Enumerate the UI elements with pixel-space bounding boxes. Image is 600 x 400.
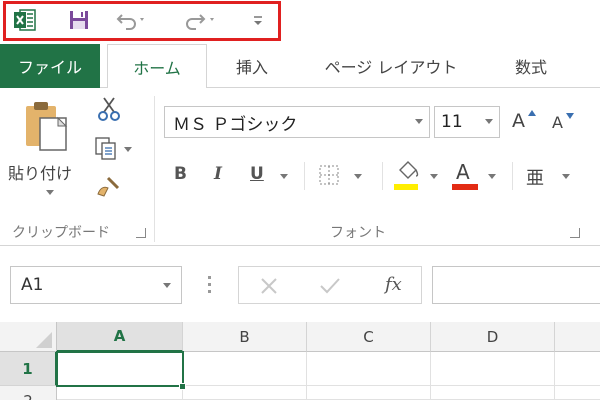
grow-font-button[interactable]: A xyxy=(512,110,538,138)
row-header-1[interactable]: 1 xyxy=(0,352,57,386)
paste-dropdown-arrow[interactable] xyxy=(46,190,54,195)
name-box-value: A1 xyxy=(21,275,44,295)
shrink-font-icon: A xyxy=(552,113,563,132)
font-name-dropdown[interactable]: ＭＳ Ｐゴシック xyxy=(164,106,430,138)
font-color-button[interactable]: A xyxy=(452,160,502,192)
row-header-2[interactable]: 2 xyxy=(0,386,57,400)
border-button[interactable] xyxy=(318,164,368,188)
cut-icon[interactable] xyxy=(96,96,124,124)
fill-handle[interactable] xyxy=(179,383,186,390)
paste-label: 貼り付け xyxy=(8,164,73,183)
cell-e1[interactable] xyxy=(555,352,600,386)
cell-c2[interactable] xyxy=(307,386,431,400)
format-painter-icon[interactable] xyxy=(94,174,124,200)
chevron-down-icon xyxy=(485,119,493,124)
column-header-next[interactable] xyxy=(555,322,600,352)
bold-button[interactable]: B xyxy=(174,164,187,184)
font-size-dropdown[interactable]: 11 xyxy=(434,106,500,138)
quick-access-toolbar xyxy=(0,0,600,44)
copy-icon[interactable] xyxy=(94,136,134,162)
shrink-font-button[interactable]: A xyxy=(552,113,578,141)
formula-controls: fx xyxy=(238,266,422,304)
cell-e2[interactable] xyxy=(555,386,600,400)
border-icon xyxy=(319,165,339,185)
cell-a2[interactable] xyxy=(57,386,183,400)
tab-formulas[interactable]: 数式 xyxy=(496,44,566,88)
cell-c1[interactable] xyxy=(307,352,431,386)
font-color-glyph: A xyxy=(456,160,470,184)
highlight-frame xyxy=(3,1,281,41)
underline-button[interactable]: U xyxy=(250,164,290,188)
divider xyxy=(304,162,305,190)
ribbon-tabs: ファイル ホーム 挿入 ページ レイアウト 数式 xyxy=(0,44,600,89)
font-color-swatch xyxy=(452,184,478,190)
fill-color-swatch xyxy=(394,184,418,190)
underline-glyph: U xyxy=(250,164,264,184)
select-all-icon xyxy=(36,332,52,348)
select-all-corner[interactable] xyxy=(0,322,57,352)
tab-page-layout[interactable]: ページ レイアウト xyxy=(306,44,476,88)
chevron-down-icon xyxy=(430,174,438,179)
cell-b1[interactable] xyxy=(183,352,307,386)
cell-d2[interactable] xyxy=(431,386,555,400)
font-size-value: 11 xyxy=(441,112,463,132)
fill-color-button[interactable] xyxy=(394,160,444,192)
divider xyxy=(512,162,513,190)
tab-insert[interactable]: 挿入 xyxy=(214,44,290,88)
font-name-value: ＭＳ Ｐゴシック xyxy=(173,114,298,135)
cancel-icon[interactable] xyxy=(259,276,279,296)
font-dialog-launcher[interactable] xyxy=(570,228,580,238)
chevron-down-icon xyxy=(354,174,362,179)
grip-handle[interactable] xyxy=(208,276,212,296)
active-cell-a1[interactable] xyxy=(56,351,184,387)
clipboard-group-label: クリップボード xyxy=(12,225,110,241)
chevron-down-icon xyxy=(488,174,496,179)
column-header-d[interactable]: D xyxy=(431,322,555,352)
tab-file[interactable]: ファイル xyxy=(0,44,100,88)
divider xyxy=(382,162,383,190)
chevron-down-icon xyxy=(163,283,171,288)
column-header-a[interactable]: A xyxy=(57,322,183,352)
cell-d1[interactable] xyxy=(431,352,555,386)
name-box[interactable]: A1 xyxy=(10,266,182,304)
insert-function-icon[interactable]: fx xyxy=(385,274,402,295)
phonetic-icon: 亜 xyxy=(526,168,544,189)
italic-button[interactable]: I xyxy=(214,164,222,184)
paste-icon xyxy=(26,102,68,151)
font-group-label: フォント xyxy=(330,225,386,241)
chevron-down-icon xyxy=(562,174,570,179)
chevron-down-icon xyxy=(280,174,288,179)
grow-font-icon: A xyxy=(512,110,525,132)
paste-button[interactable]: 貼り付け xyxy=(6,98,86,208)
clipboard-dialog-launcher[interactable] xyxy=(136,228,146,238)
formula-input[interactable] xyxy=(432,266,600,304)
group-divider xyxy=(154,96,155,242)
fill-bucket-icon xyxy=(399,161,419,179)
tab-home[interactable]: ホーム xyxy=(107,44,207,89)
column-header-b[interactable]: B xyxy=(183,322,307,352)
chevron-down-icon xyxy=(415,119,423,124)
column-header-c[interactable]: C xyxy=(307,322,431,352)
phonetic-button[interactable]: 亜 xyxy=(526,160,576,192)
cell-b2[interactable] xyxy=(183,386,307,400)
enter-icon[interactable] xyxy=(319,276,341,296)
